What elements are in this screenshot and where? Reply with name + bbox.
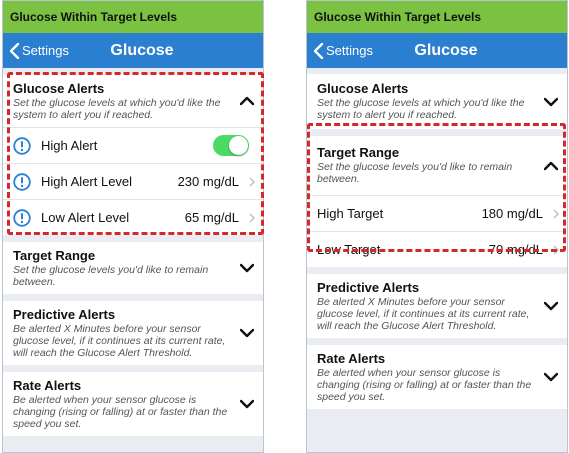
rate-alerts-section[interactable]: Rate Alerts Be alerted when your sensor …	[3, 365, 263, 436]
chevron-right-icon	[249, 213, 255, 222]
section-description: Set the glucose levels at which you'd li…	[317, 97, 525, 121]
row-label: Low Alert Level	[41, 210, 130, 225]
predictive-alerts-section[interactable]: Predictive Alerts Be alerted X Minutes b…	[3, 294, 263, 365]
rate-alerts-section[interactable]: Rate Alerts Be alerted when your sensor …	[307, 338, 567, 409]
row-label: High Alert	[41, 138, 98, 153]
row-value: 230 mg/dL	[177, 174, 239, 189]
high-alert-level-row[interactable]: High Alert Level 230 mg/dL	[3, 163, 263, 199]
high-alert-row[interactable]: High Alert	[3, 127, 263, 163]
section-description: Be alerted X Minutes before your sensor …	[13, 323, 226, 359]
section-title: Rate Alerts	[13, 378, 82, 393]
page-title: Glucose	[414, 42, 478, 59]
chevron-down-icon	[544, 97, 558, 106]
section-description: Be alerted when your sensor glucose is c…	[317, 367, 532, 403]
high-alert-toggle[interactable]	[213, 135, 249, 156]
section-description: Set the glucose levels at which you'd li…	[13, 97, 221, 121]
target-range-section[interactable]: Target Range Set the glucose levels you'…	[307, 129, 567, 195]
chevron-right-icon	[249, 177, 255, 186]
chevron-up-icon	[240, 96, 254, 105]
chevron-down-icon	[544, 372, 558, 382]
row-label: High Target	[317, 206, 384, 221]
section-title: Predictive Alerts	[13, 307, 116, 322]
chevron-down-icon	[240, 328, 254, 338]
high-target-row[interactable]: High Target 180 mg/dL	[307, 195, 567, 231]
predictive-alerts-section[interactable]: Predictive Alerts Be alerted X Minutes b…	[307, 274, 567, 338]
glucose-alerts-section[interactable]: Glucose Alerts Set the glucose levels at…	[307, 74, 567, 129]
section-description: Be alerted X Minutes before your sensor …	[317, 296, 530, 332]
section-title: Predictive Alerts	[317, 280, 420, 295]
left-screen: Glucose Within Target Levels Settings Gl…	[2, 0, 264, 453]
page-title: Glucose	[110, 42, 174, 59]
low-alert-level-row[interactable]: Low Alert Level 65 mg/dL	[3, 199, 263, 235]
section-title: Rate Alerts	[317, 351, 386, 366]
alert-icon	[13, 172, 31, 191]
low-target-row[interactable]: Low Target 70 mg/dL	[307, 231, 567, 267]
right-screen: Glucose Within Target Levels Settings Gl…	[306, 0, 568, 453]
chevron-down-icon	[544, 301, 558, 311]
window-title: Glucose Within Target Levels	[307, 1, 567, 33]
section-title: Target Range	[13, 248, 96, 263]
section-description: Be alerted when your sensor glucose is c…	[13, 394, 228, 430]
row-value: 70 mg/dL	[488, 242, 543, 257]
section-title: Glucose Alerts	[13, 81, 105, 96]
nav-bar: Settings Glucose	[3, 33, 263, 68]
section-description: Set the glucose levels you'd like to rem…	[13, 264, 209, 288]
window-title: Glucose Within Target Levels	[3, 1, 263, 33]
row-value: 180 mg/dL	[481, 206, 543, 221]
alert-icon	[13, 208, 31, 227]
glucose-alerts-section[interactable]: Glucose Alerts Set the glucose levels at…	[3, 74, 263, 127]
row-label: High Alert Level	[41, 174, 133, 189]
section-title: Target Range	[317, 145, 400, 160]
alert-icon	[13, 136, 31, 155]
chevron-right-icon	[553, 209, 559, 218]
chevron-down-icon	[240, 399, 254, 409]
chevron-down-icon	[240, 263, 254, 273]
chevron-right-icon	[553, 245, 559, 254]
row-label: Low Target	[317, 242, 381, 257]
target-range-section[interactable]: Target Range Set the glucose levels you'…	[3, 242, 263, 294]
section-title: Glucose Alerts	[317, 81, 409, 96]
chevron-up-icon	[544, 161, 558, 170]
row-value: 65 mg/dL	[184, 210, 239, 225]
nav-bar: Settings Glucose	[307, 33, 567, 68]
section-description: Set the glucose levels you'd like to rem…	[317, 161, 513, 185]
